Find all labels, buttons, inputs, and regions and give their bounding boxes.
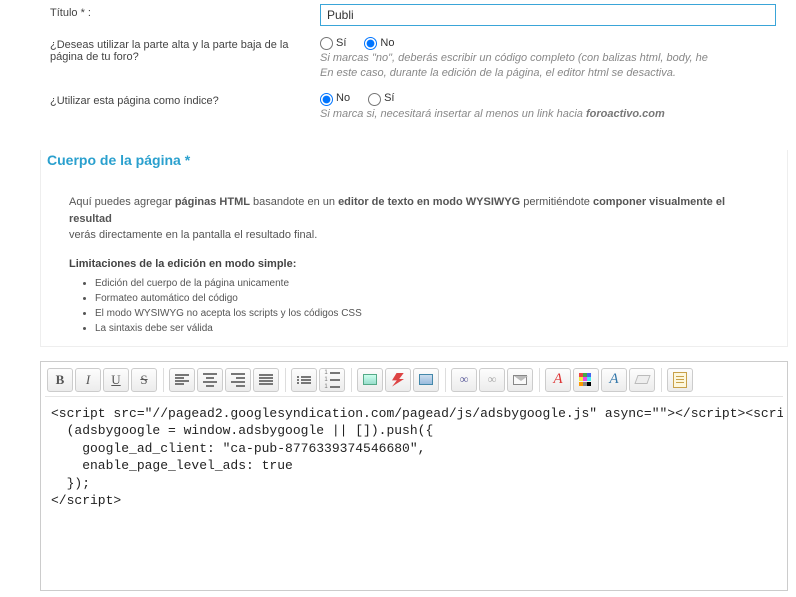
help-text-topbottom-2: En este caso, durante la edición de la p… bbox=[320, 66, 776, 81]
ordered-list-button[interactable] bbox=[319, 368, 345, 392]
body-panel: Cuerpo de la página * Aquí puedes agrega… bbox=[40, 150, 788, 347]
use-top-bottom-label: ¿Deseas utilizar la parte alta y la part… bbox=[50, 36, 320, 63]
radio-label-no-2: No bbox=[336, 92, 350, 104]
title-input[interactable] bbox=[320, 4, 776, 26]
list-item: Edición del cuerpo de la página unicamen… bbox=[95, 276, 759, 291]
source-button[interactable] bbox=[667, 368, 693, 392]
link-icon: ∞ bbox=[460, 372, 469, 387]
radio-index-yes[interactable]: Sí bbox=[368, 92, 394, 105]
insert-flash-button[interactable] bbox=[385, 368, 411, 392]
limitations-title: Limitaciones de la edición en modo simpl… bbox=[69, 258, 759, 270]
image-icon bbox=[363, 374, 377, 385]
align-justify-button[interactable] bbox=[253, 368, 279, 392]
title-label: Título * : bbox=[50, 4, 320, 19]
remove-format-button[interactable] bbox=[629, 368, 655, 392]
editor-toolbar: B I U S ∞ ∞ A A bbox=[45, 366, 783, 396]
insert-media-button[interactable] bbox=[413, 368, 439, 392]
radio-index-no[interactable]: No bbox=[320, 92, 350, 105]
help-text-index: Si marca si, necesitará insertar al meno… bbox=[320, 107, 776, 122]
italic-button[interactable]: I bbox=[75, 368, 101, 392]
radio-label-yes: Sí bbox=[336, 37, 346, 49]
remove-link-button[interactable]: ∞ bbox=[479, 368, 505, 392]
media-icon bbox=[419, 374, 433, 385]
align-right-button[interactable] bbox=[225, 368, 251, 392]
font-color-button[interactable]: A bbox=[545, 368, 571, 392]
align-left-button[interactable] bbox=[169, 368, 195, 392]
code-textarea[interactable]: <script src="//pagead2.googlesyndication… bbox=[45, 396, 783, 586]
wysiwyg-editor: B I U S ∞ ∞ A A bbox=[40, 361, 788, 591]
help-text-topbottom-1: Si marcas "no", deberás escribir un códi… bbox=[320, 51, 776, 66]
strike-button[interactable]: S bbox=[131, 368, 157, 392]
page-icon bbox=[673, 372, 687, 388]
use-as-index-label: ¿Utilizar esta página como índice? bbox=[50, 92, 320, 107]
envelope-icon bbox=[513, 375, 527, 385]
align-center-button[interactable] bbox=[197, 368, 223, 392]
insert-image-button[interactable] bbox=[357, 368, 383, 392]
radio-label-yes-2: Sí bbox=[384, 92, 394, 104]
list-item: La sintaxis debe ser válida bbox=[95, 321, 759, 336]
list-item: El modo WYSIWYG no acepta los scripts y … bbox=[95, 306, 759, 321]
list-item: Formateo automático del código bbox=[95, 291, 759, 306]
color-picker-button[interactable] bbox=[573, 368, 599, 392]
bold-button[interactable]: B bbox=[47, 368, 73, 392]
limitations-list: Edición del cuerpo de la página unicamen… bbox=[69, 276, 759, 336]
radio-topbottom-yes[interactable]: Sí bbox=[320, 36, 346, 49]
unordered-list-button[interactable] bbox=[291, 368, 317, 392]
panel-title: Cuerpo de la página * bbox=[41, 148, 787, 174]
radio-topbottom-no[interactable]: No bbox=[364, 36, 394, 49]
insert-link-button[interactable]: ∞ bbox=[451, 368, 477, 392]
radio-label-no: No bbox=[380, 37, 394, 49]
palette-icon bbox=[579, 373, 593, 387]
insert-email-button[interactable] bbox=[507, 368, 533, 392]
intro-text: Aquí puedes agregar páginas HTML basando… bbox=[69, 194, 759, 244]
flash-icon bbox=[392, 373, 404, 387]
underline-button[interactable]: U bbox=[103, 368, 129, 392]
unlink-icon: ∞ bbox=[488, 372, 497, 387]
eraser-icon bbox=[634, 375, 650, 384]
font-style-button[interactable]: A bbox=[601, 368, 627, 392]
